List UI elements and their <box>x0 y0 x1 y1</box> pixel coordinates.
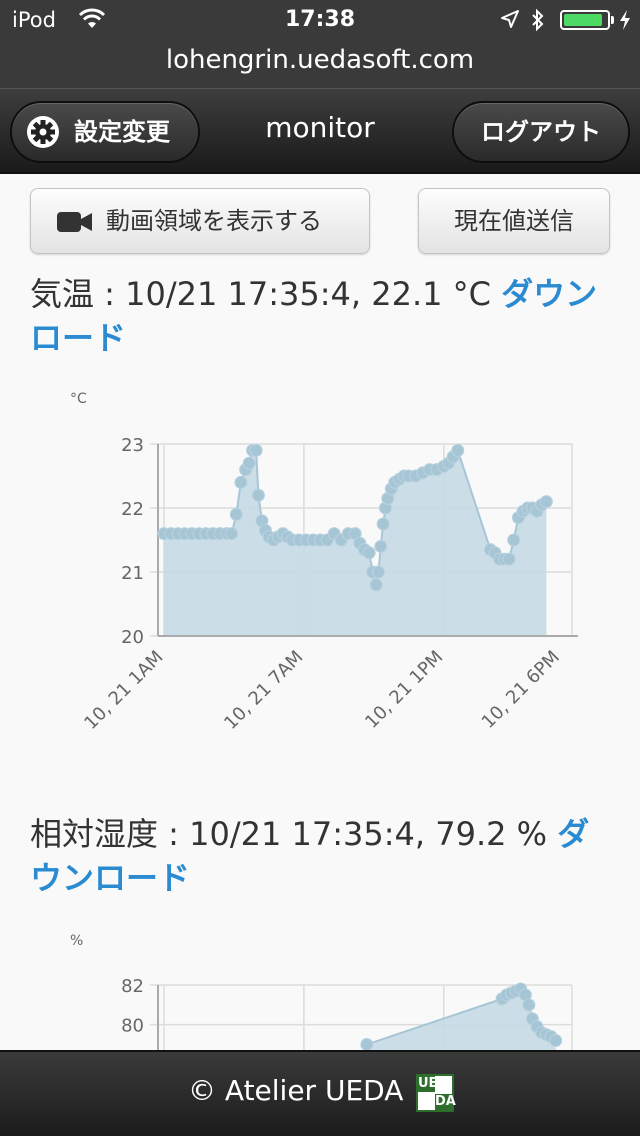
y-tick-label: 80 <box>121 1016 144 1037</box>
humidity-chart: % 80 82 <box>70 933 573 1050</box>
footer: © Atelier UEDA UE DA <box>0 1050 640 1136</box>
data-point <box>360 1037 374 1050</box>
data-point <box>549 1034 563 1048</box>
data-point <box>522 998 536 1012</box>
copyright-text: © Atelier UEDA <box>188 1074 404 1107</box>
atelier-ueda-logo: UE DA <box>416 1074 456 1112</box>
y-tick-label: 82 <box>121 976 144 997</box>
y-axis-unit-label: % <box>70 933 83 949</box>
